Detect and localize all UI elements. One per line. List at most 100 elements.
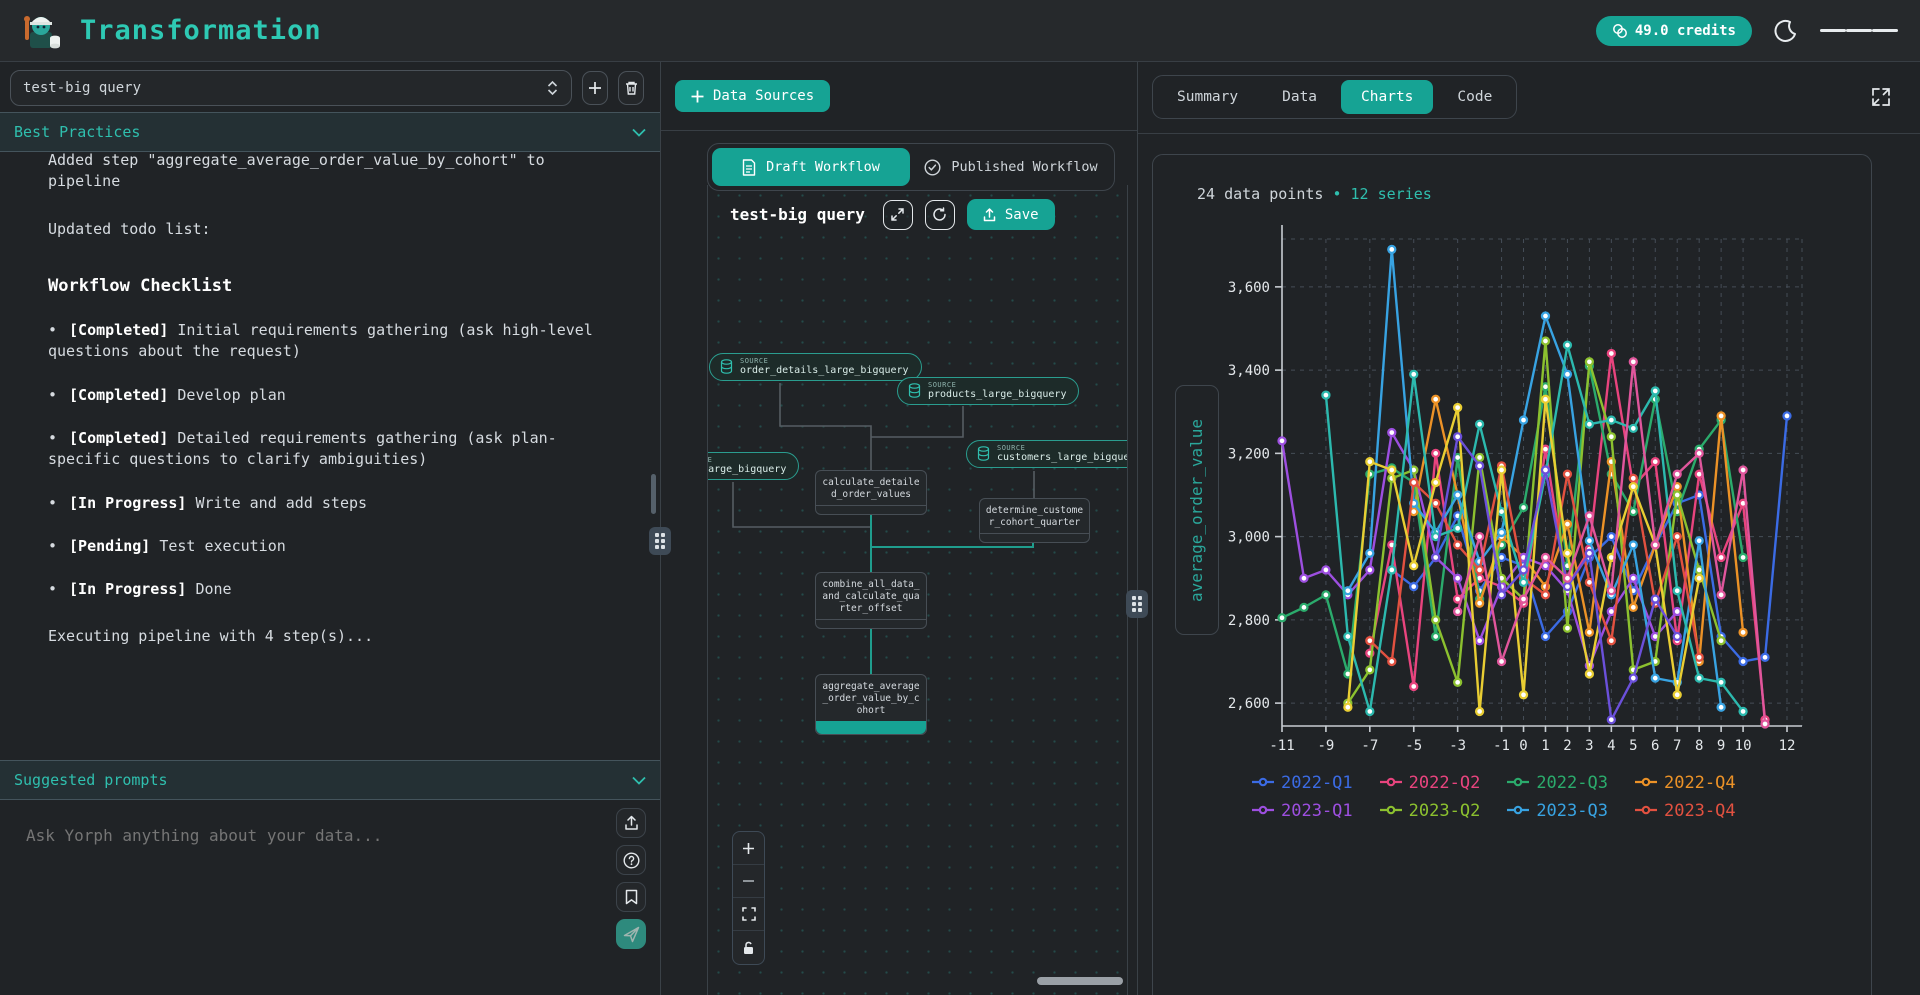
chat-status: Executing pipeline with 4 step(s)... xyxy=(48,626,612,647)
legend-item[interactable]: 2022-Q2 xyxy=(1379,773,1481,793)
save-button[interactable]: Save xyxy=(967,199,1055,230)
credits-label: 49.0 credits xyxy=(1635,23,1736,39)
bookmark-button[interactable] xyxy=(616,882,646,912)
svg-text:9: 9 xyxy=(1717,738,1725,754)
chat-input-area xyxy=(0,800,660,995)
chat-sidebar: test-big query Best Practices Added xyxy=(0,62,660,995)
canvas-horizontal-scrollbar[interactable] xyxy=(1037,977,1123,985)
chat-transcript: Added step "aggregate_average_order_valu… xyxy=(0,152,660,760)
expand-diagonal-icon xyxy=(890,207,905,222)
svg-text:-5: -5 xyxy=(1405,738,1422,754)
refresh-canvas-button[interactable] xyxy=(925,200,955,230)
step-node-calculate-detailed-order-values[interactable]: calculate_detailed_order_values xyxy=(815,470,927,515)
svg-text:1: 1 xyxy=(1541,738,1549,754)
svg-text:10: 10 xyxy=(1735,738,1752,754)
menu-hamburger-icon[interactable] xyxy=(1820,25,1898,36)
svg-text:3,400: 3,400 xyxy=(1228,363,1270,379)
zoom-out-button[interactable] xyxy=(733,865,764,898)
svg-text:3,200: 3,200 xyxy=(1228,446,1270,462)
database-icon xyxy=(720,359,733,374)
zoom-in-button[interactable] xyxy=(733,832,764,865)
tab-code[interactable]: Code xyxy=(1437,80,1512,114)
svg-text:3,600: 3,600 xyxy=(1228,280,1270,296)
upload-button[interactable] xyxy=(616,808,646,838)
legend-item[interactable]: 2023-Q2 xyxy=(1379,801,1481,821)
sidebar-scrollbar[interactable] xyxy=(651,474,656,514)
source-node-order-details[interactable]: SOURCE order_details_large_bigquery xyxy=(709,353,922,381)
tab-charts[interactable]: Charts xyxy=(1341,80,1433,114)
svg-text:3: 3 xyxy=(1585,738,1593,754)
pipeline-select-value: test-big query xyxy=(23,80,141,96)
canvas-zoom-controls xyxy=(732,831,765,965)
question-circle-icon xyxy=(623,852,640,869)
legend-item[interactable]: 2023-Q4 xyxy=(1634,801,1736,821)
send-button[interactable] xyxy=(616,919,646,949)
svg-text:2: 2 xyxy=(1563,738,1571,754)
best-practices-title: Best Practices xyxy=(14,123,140,141)
svg-text:-1: -1 xyxy=(1493,738,1510,754)
unlock-icon xyxy=(742,941,755,955)
credits-badge[interactable]: 49.0 credits xyxy=(1596,16,1752,46)
suggested-prompts-header[interactable]: Suggested prompts xyxy=(0,760,660,800)
legend-item[interactable]: 2022-Q3 xyxy=(1506,773,1608,793)
check-circle-icon xyxy=(924,159,941,176)
database-icon xyxy=(977,446,990,461)
step-node-aggregate-average-order-value[interactable]: aggregate_average_order_value_by_cohort xyxy=(815,674,927,735)
tab-published-workflow[interactable]: Published Workflow xyxy=(912,148,1110,186)
fit-view-icon xyxy=(742,907,756,921)
legend-item[interactable]: 2022-Q4 xyxy=(1634,773,1736,793)
fullscreen-button[interactable] xyxy=(1870,86,1892,108)
plus-icon xyxy=(588,81,602,95)
minus-icon xyxy=(742,879,755,883)
chart-meta: 24 data points • 12 series xyxy=(1197,185,1432,203)
step-node-combine-all-data[interactable]: combine_all_data_and_calculate_quarter_o… xyxy=(815,572,927,629)
coins-icon xyxy=(1612,23,1628,39)
results-panel: Summary Data Charts Code 24 data points … xyxy=(1138,62,1920,995)
workflow-checklist: •[Completed] Initial requirements gather… xyxy=(48,320,612,600)
svg-text:0: 0 xyxy=(1519,738,1527,754)
legend-item[interactable]: 2023-Q1 xyxy=(1251,801,1353,821)
app-logo-gnome-icon xyxy=(22,10,64,52)
legend-item[interactable]: 2023-Q3 xyxy=(1506,801,1608,821)
cohort-chart-svg: 2,6002,8003,0003,2003,4003,600-11-9-7-5-… xyxy=(1197,211,1827,771)
theme-toggle-moon-icon[interactable] xyxy=(1774,19,1798,43)
source-node-customers[interactable]: SOURCE customers_large_bigquery xyxy=(966,440,1128,468)
tab-draft-workflow[interactable]: Draft Workflow xyxy=(712,148,910,186)
delete-pipeline-button[interactable] xyxy=(618,71,644,105)
svg-text:-11: -11 xyxy=(1269,738,1294,754)
best-practices-header[interactable]: Best Practices xyxy=(0,112,660,152)
legend-item[interactable]: 2022-Q1 xyxy=(1251,773,1353,793)
workflow-column: Data Sources Draft Workflow Published Wo… xyxy=(661,62,1137,995)
result-view-tabs: Summary Data Charts Code xyxy=(1152,75,1517,119)
data-sources-button[interactable]: Data Sources xyxy=(675,80,830,112)
app-title: Transformation xyxy=(80,15,322,46)
svg-text:6: 6 xyxy=(1651,738,1659,754)
data-points-count: 24 data points xyxy=(1197,185,1323,203)
chat-input[interactable] xyxy=(26,826,650,845)
pipeline-select[interactable]: test-big query xyxy=(10,70,572,106)
new-pipeline-button[interactable] xyxy=(582,71,608,105)
lock-button[interactable] xyxy=(733,931,764,964)
svg-text:8: 8 xyxy=(1695,738,1703,754)
checklist-item: •[In Progress] Done xyxy=(48,579,612,600)
send-paper-plane-icon xyxy=(623,926,640,943)
workflow-canvas[interactable]: test-big query Save xyxy=(707,185,1128,995)
svg-text:12: 12 xyxy=(1779,738,1796,754)
fit-view-button[interactable] xyxy=(733,898,764,931)
svg-text:3,000: 3,000 xyxy=(1228,530,1270,546)
tab-data[interactable]: Data xyxy=(1262,80,1337,114)
svg-text:7: 7 xyxy=(1673,738,1681,754)
refresh-icon xyxy=(932,207,947,222)
step-node-determine-customer-cohort-quarter[interactable]: determine_customer_cohort_quarter xyxy=(979,498,1090,543)
source-node-products[interactable]: SOURCE products_large_bigquery xyxy=(897,377,1079,405)
bookmark-icon xyxy=(625,889,638,905)
expand-canvas-button[interactable] xyxy=(883,200,913,230)
chevron-down-icon xyxy=(632,128,646,137)
help-button[interactable] xyxy=(616,845,646,875)
document-icon xyxy=(742,159,756,176)
trash-icon xyxy=(624,80,639,96)
tab-summary[interactable]: Summary xyxy=(1157,80,1258,114)
chevron-down-icon xyxy=(632,776,646,785)
source-node-orders[interactable]: SOURCE rs_large_bigquery xyxy=(707,452,799,480)
svg-text:-9: -9 xyxy=(1317,738,1334,754)
